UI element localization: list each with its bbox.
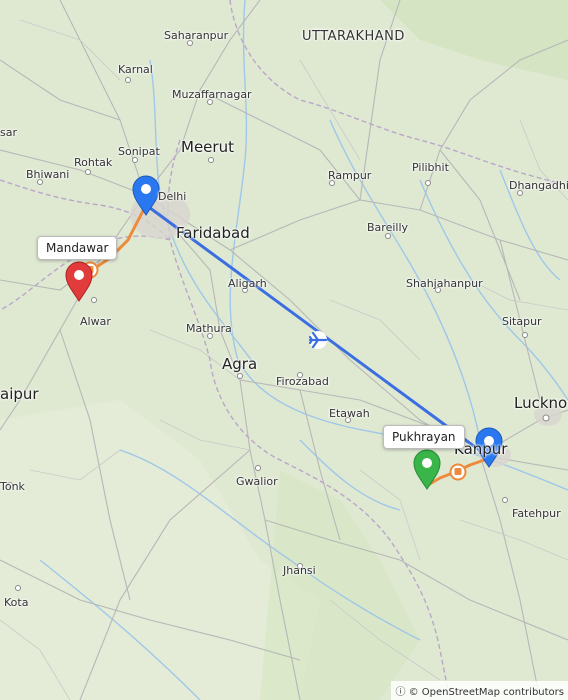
place-label-fatehpur: Fatehpur bbox=[512, 507, 561, 520]
map-canvas[interactable]: Saharanpur UTTARAKHAND Karnal Muzaffarna… bbox=[0, 0, 568, 700]
place-label-rohtak: Rohtak bbox=[74, 156, 113, 169]
info-icon: ⓘ bbox=[395, 687, 409, 698]
map-base bbox=[0, 0, 568, 700]
place-label-pilibhit: Pilibhit bbox=[412, 161, 449, 174]
hills-area bbox=[380, 0, 568, 80]
place-label-jhansi: Jhansi bbox=[283, 564, 316, 577]
place-label-sitapur: Sitapur bbox=[502, 315, 542, 328]
place-label-kota: Kota bbox=[4, 596, 29, 609]
place-label-mathura: Mathura bbox=[186, 322, 232, 335]
place-label-dhangadhi: Dhangadhi bbox=[509, 179, 568, 192]
place-label-etawah: Etawah bbox=[329, 407, 370, 420]
place-label-delhi: Delhi bbox=[158, 190, 187, 203]
mandawar-destination-pin-icon bbox=[65, 261, 93, 302]
mandawar-callout[interactable]: Mandawar bbox=[37, 236, 118, 260]
place-label-agra: Agra bbox=[222, 355, 258, 373]
airplane-icon bbox=[308, 331, 328, 349]
place-label-jaipur: aipur bbox=[0, 385, 39, 403]
region-label-uttarakhand: UTTARAKHAND bbox=[302, 29, 405, 44]
place-label-tonk: Tonk bbox=[0, 480, 25, 493]
place-label-lucknow: Luckno bbox=[514, 394, 568, 412]
place-label-bareilly: Bareilly bbox=[367, 221, 409, 234]
place-label-rampur: Rampur bbox=[328, 169, 372, 182]
place-label-meerut: Meerut bbox=[181, 138, 234, 156]
forest-area bbox=[260, 470, 420, 700]
attribution-text: © OpenStreetMap contributors bbox=[408, 687, 564, 698]
place-label-muzaffarnagar: Muzaffarnagar bbox=[172, 88, 252, 101]
place-label-saharanpur: Saharanpur bbox=[164, 29, 229, 42]
place-label-faridabad: Faridabad bbox=[176, 224, 250, 242]
place-label-alwar: Alwar bbox=[80, 315, 111, 328]
place-label-bhiwani: Bhiwani bbox=[26, 168, 70, 181]
place-label-hisar: sar bbox=[0, 126, 17, 139]
place-label-sonipat: Sonipat bbox=[118, 145, 160, 158]
bus-icon-pukhrayan bbox=[449, 463, 467, 481]
pukhrayan-destination-pin-icon bbox=[413, 449, 441, 490]
map-attribution[interactable]: ⓘ © OpenStreetMap contributors bbox=[391, 681, 568, 700]
place-label-shahjahanpur: Shahjahanpur bbox=[406, 277, 483, 290]
place-label-gwalior: Gwalior bbox=[236, 475, 278, 488]
pukhrayan-callout[interactable]: Pukhrayan bbox=[383, 425, 465, 449]
place-label-firozabad: Firozabad bbox=[276, 375, 329, 388]
place-label-aligarh: Aligarh bbox=[228, 277, 267, 290]
place-label-karnal: Karnal bbox=[118, 63, 153, 76]
